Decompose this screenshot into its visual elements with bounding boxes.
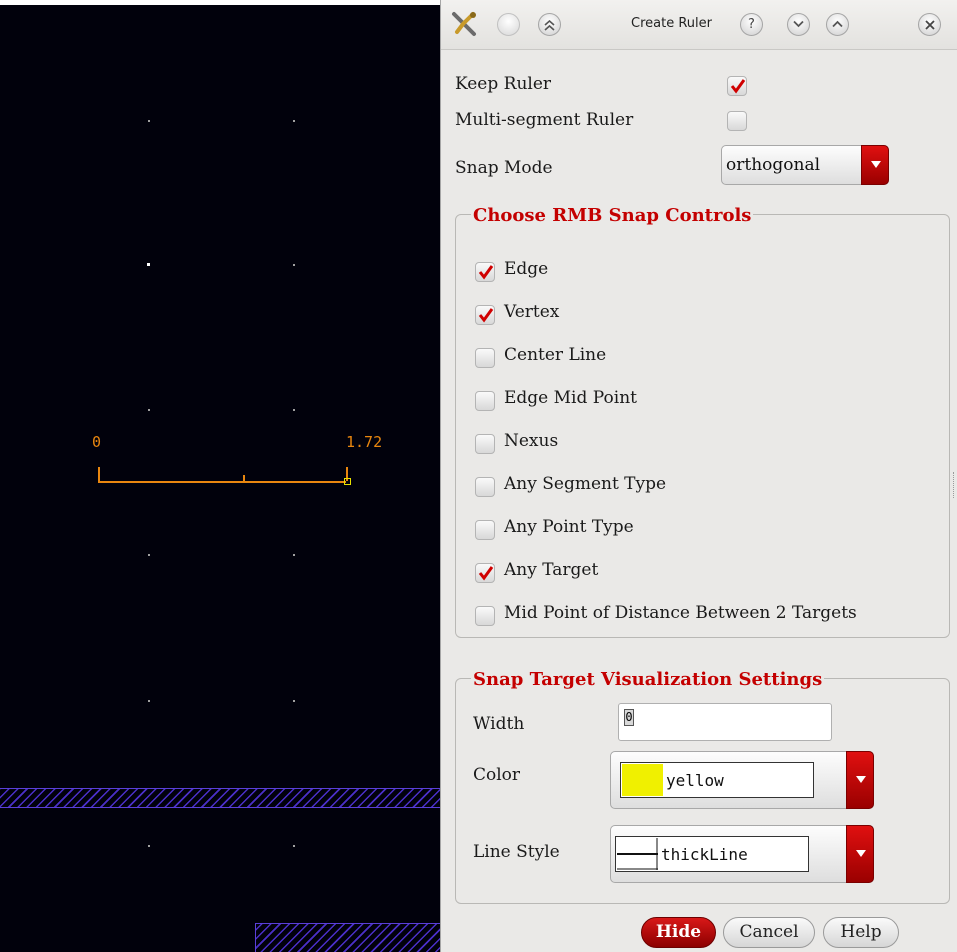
resize-grip[interactable] [953,472,956,498]
line-style-label: Line Style [473,842,560,862]
ruler-end-handle[interactable] [344,478,351,485]
width-value: 0 [624,709,634,726]
close-icon[interactable] [918,13,941,36]
rmb-snap-checkbox[interactable] [475,262,495,282]
rmb-snap-checkbox[interactable] [475,563,495,583]
rmb-snap-label: Mid Point of Distance Between 2 Targets [504,603,857,623]
grid-dot [148,409,150,411]
shade-icon[interactable] [538,13,561,36]
minimize-icon[interactable] [497,13,520,36]
ruler-start-label: 0 [92,433,102,451]
line-style-preview-icon [617,838,658,870]
help-button[interactable]: Help [823,917,899,948]
visualization-settings-title: Snap Target Visualization Settings [471,669,825,690]
rmb-snap-label: Vertex [504,302,560,322]
chevron-down-icon[interactable] [787,13,810,36]
color-value: yellow [666,771,724,790]
grid-dot [148,700,150,702]
ruler-end-label: 1.72 [346,433,383,451]
hide-button[interactable]: Hide [641,917,716,948]
layout-canvas[interactable]: 0 1.72 [0,0,440,952]
rmb-snap-label: Center Line [504,345,607,365]
keep-ruler-checkbox[interactable] [727,76,747,96]
width-input[interactable]: 0 [618,703,832,741]
rmb-snap-label: Any Segment Type [504,474,667,494]
grid-dot [293,120,295,122]
help-icon[interactable]: ? [740,13,763,36]
chevron-down-icon[interactable] [846,825,874,883]
rmb-snap-checkbox[interactable] [475,477,495,497]
grid-dot [148,120,150,122]
hatched-shape-lower[interactable] [255,923,440,952]
create-ruler-dialog: Create Ruler ? Keep Ruler Multi-segment … [440,0,957,952]
chevron-down-icon[interactable] [861,145,889,185]
rmb-snap-checkbox[interactable] [475,434,495,454]
cancel-button[interactable]: Cancel [723,917,815,948]
grid-dot [293,845,295,847]
snap-mode-label: Snap Mode [455,158,553,178]
grid-dot [293,409,295,411]
keep-ruler-label: Keep Ruler [455,74,552,94]
multi-segment-label: Multi-segment Ruler [455,110,634,130]
dialog-titlebar[interactable]: Create Ruler ? [441,0,957,50]
grid-dot [293,700,295,702]
grid-dot [293,554,295,556]
rmb-snap-checkbox[interactable] [475,305,495,325]
grid-dot [293,264,295,266]
color-swatch [622,764,663,796]
snap-mode-value: orthogonal [726,155,821,175]
line-style-value: thickLine [661,845,748,864]
hatched-shape-upper[interactable] [0,788,440,808]
rmb-snap-checkbox[interactable] [475,391,495,411]
color-label: Color [473,765,521,785]
rmb-snap-label: Edge Mid Point [504,388,637,408]
rmb-snap-checkbox[interactable] [475,606,495,626]
color-display: yellow [620,762,814,798]
snap-mode-select[interactable]: orthogonal [721,145,889,185]
rmb-snap-label: Any Target [504,560,599,580]
ruler-baseline [98,481,346,483]
rmb-snap-label: Nexus [504,431,559,451]
line-style-select[interactable]: thickLine [610,825,874,883]
chevron-up-icon[interactable] [826,13,849,36]
app-tools-icon[interactable] [449,10,479,38]
grid-dot [148,845,150,847]
line-style-display: thickLine [615,836,809,872]
width-label: Width [473,714,525,734]
rmb-snap-label: Any Point Type [504,517,634,537]
multi-segment-checkbox[interactable] [727,111,747,131]
rmb-snap-checkbox[interactable] [475,348,495,368]
cursor-dot [147,263,150,266]
ruler-start-tick [98,467,100,481]
chevron-down-icon[interactable] [846,751,874,809]
color-select[interactable]: yellow [610,751,874,809]
rmb-snap-label: Edge [504,259,549,279]
dialog-title: Create Ruler [631,16,712,31]
grid-dot [148,554,150,556]
rmb-snap-controls-title: Choose RMB Snap Controls [471,205,754,226]
rmb-snap-checkbox[interactable] [475,520,495,540]
